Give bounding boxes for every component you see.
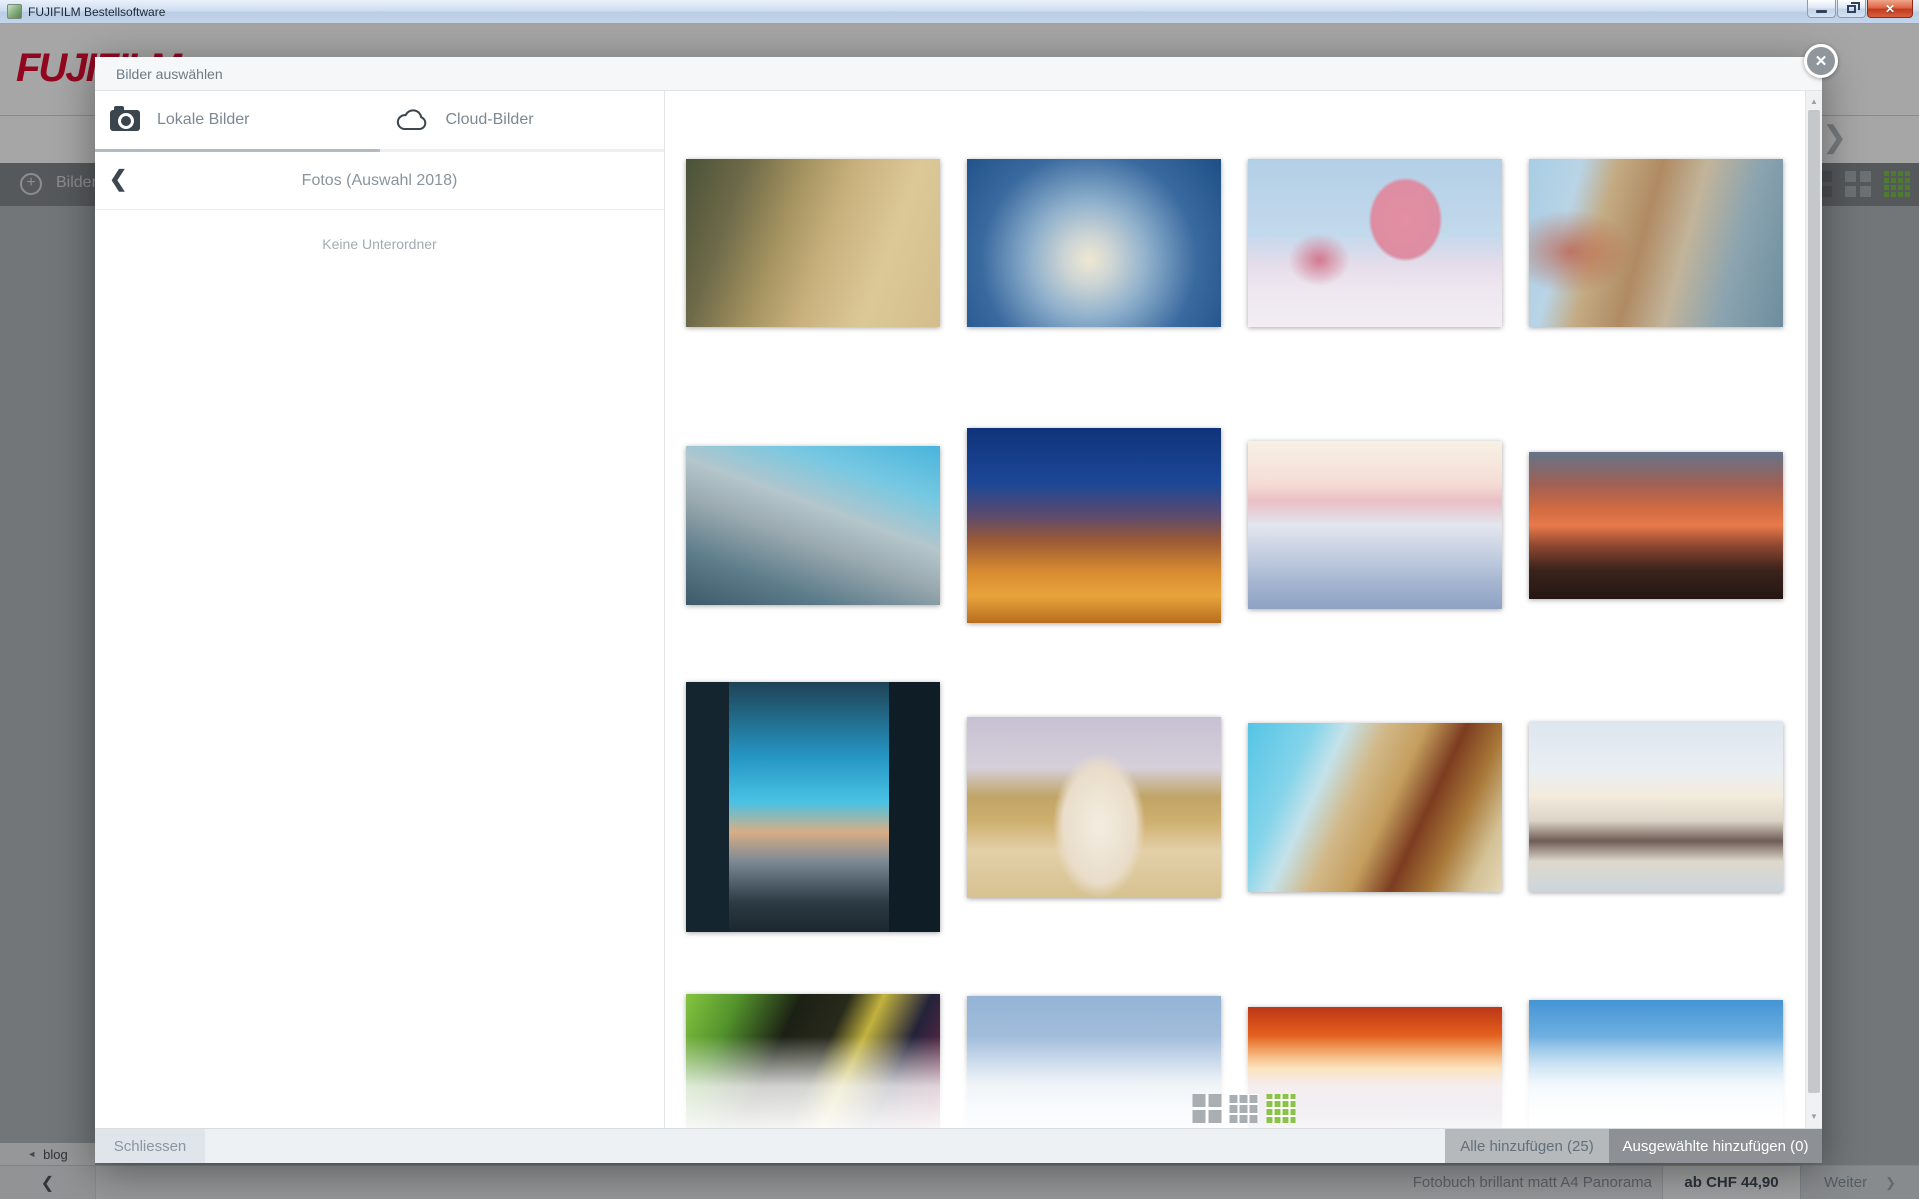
tab-cloud-bilder[interactable]: Cloud-Bilder — [380, 91, 665, 149]
dialog-body: Lokale Bilder Cloud-Bilder ❮ Fotos (Ausw… — [95, 91, 1822, 1128]
photo-thumbnail-harbor-boathouses[interactable] — [1529, 159, 1783, 327]
tab-lokale-bilder[interactable]: Lokale Bilder — [95, 91, 380, 152]
folder-panel: Lokale Bilder Cloud-Bilder ❮ Fotos (Ausw… — [95, 91, 665, 1128]
breadcrumb-title: Fotos (Auswahl 2018) — [301, 171, 458, 189]
scroll-up-arrow-icon[interactable]: ▲ — [1806, 93, 1822, 109]
dialog-title: Bilder auswählen — [116, 65, 223, 82]
empty-folder-text: Keine Unterordner — [322, 236, 437, 252]
view-mode-large-grid-icon[interactable] — [1266, 1094, 1295, 1123]
photo-thumbnail-iceberg-blue-sky[interactable] — [1529, 1000, 1783, 1128]
photo-cell — [1529, 666, 1783, 948]
minimize-icon — [1816, 10, 1827, 13]
photo-cell — [967, 948, 1221, 1128]
photo-grid-area: ▲ ▼ — [665, 91, 1822, 1128]
window-controls: ✕ — [1807, 0, 1913, 18]
photo-cell — [967, 384, 1221, 666]
photo-thumbnail-pink-tree-in-snow[interactable] — [1248, 159, 1502, 327]
photo-cell — [1248, 666, 1502, 948]
tab-label: Lokale Bilder — [157, 111, 250, 128]
restore-button[interactable] — [1837, 0, 1866, 18]
schliessen-button[interactable]: Schliessen — [95, 1129, 205, 1163]
alle-hinzufuegen-button[interactable]: Alle hinzufügen (25) — [1445, 1129, 1609, 1163]
application-window: FUJIFILM Bilder ❯ ◄ blog ❮ Fotobuch bril… — [0, 0, 1919, 1199]
photo-cell — [686, 666, 940, 948]
photo-thumbnail-winter-sunburst-trees[interactable] — [967, 159, 1221, 327]
photo-grid — [686, 102, 1783, 1128]
photo-thumbnail-sun-voyager-sculpture[interactable] — [967, 996, 1221, 1128]
scrollbar-thumb[interactable] — [1808, 110, 1820, 1093]
photo-cell — [1248, 102, 1502, 384]
photo-thumbnail-flatiron-building-night-street[interactable] — [967, 427, 1221, 623]
scroll-down-arrow-icon[interactable]: ▼ — [1806, 1108, 1822, 1124]
tab-label: Cloud-Bilder — [445, 111, 534, 128]
cloud-icon — [396, 108, 426, 130]
photo-thumbnail-foggy-forest-sunrays[interactable] — [686, 159, 940, 327]
photo-thumbnail-sunset-grass-silhouette[interactable] — [1529, 451, 1783, 599]
titlebar: FUJIFILM Bestellsoftware ✕ — [0, 0, 1919, 24]
photo-cell — [967, 102, 1221, 384]
view-mode-medium-grid-icon[interactable] — [1229, 1094, 1258, 1123]
photo-thumbnail-snowy-bridge-walker[interactable] — [1529, 722, 1783, 892]
photo-thumbnail-city-street-canyon-sky[interactable] — [686, 682, 940, 932]
photo-cell — [1529, 384, 1783, 666]
app-icon — [7, 4, 22, 19]
photo-cell — [1529, 102, 1783, 384]
view-mode-switcher — [1192, 1094, 1295, 1123]
ausgewaehlte-hinzufuegen-button[interactable]: Ausgewählte hinzufügen (0) — [1609, 1129, 1822, 1163]
photo-cell — [686, 384, 940, 666]
photo-cell — [1248, 384, 1502, 666]
restore-icon — [1847, 1, 1860, 13]
photo-thumbnail-white-horse-in-field[interactable] — [967, 716, 1221, 898]
photo-cell — [1529, 948, 1783, 1128]
footer-spacer — [205, 1129, 1445, 1163]
window-close-button[interactable]: ✕ — [1867, 0, 1913, 18]
photo-cell — [686, 102, 940, 384]
minimize-button[interactable] — [1807, 0, 1836, 18]
dialog-close-button[interactable]: ✕ — [1804, 44, 1838, 78]
dialog-footer: Schliessen Alle hinzufügen (25) Ausgewäh… — [95, 1128, 1822, 1163]
camera-icon — [110, 105, 140, 131]
scrollbar[interactable]: ▲ ▼ — [1805, 91, 1822, 1128]
photo-cell — [686, 948, 940, 1128]
dialog-header: Bilder auswählen — [95, 57, 1822, 91]
view-mode-small-grid-icon[interactable] — [1192, 1094, 1221, 1123]
image-picker-dialog: ✕ Bilder auswählen Lokale Bilder Cloud-B… — [95, 44, 1838, 1163]
photo-thumbnail-museum-curved-facade[interactable] — [1248, 722, 1502, 892]
photo-thumbnail-night-city-green-lights[interactable] — [686, 994, 940, 1128]
source-tabs: Lokale Bilder Cloud-Bilder — [95, 91, 664, 152]
photo-thumbnail-toronto-city-hall-arches[interactable] — [686, 445, 940, 605]
photo-cell — [967, 666, 1221, 948]
window-title: FUJIFILM Bestellsoftware — [28, 4, 166, 19]
back-button[interactable]: ❮ — [109, 166, 127, 192]
photo-thumbnail-snowy-mountains-at-dawn[interactable] — [1248, 441, 1502, 609]
breadcrumb: ❮ Fotos (Auswahl 2018) — [95, 152, 664, 210]
